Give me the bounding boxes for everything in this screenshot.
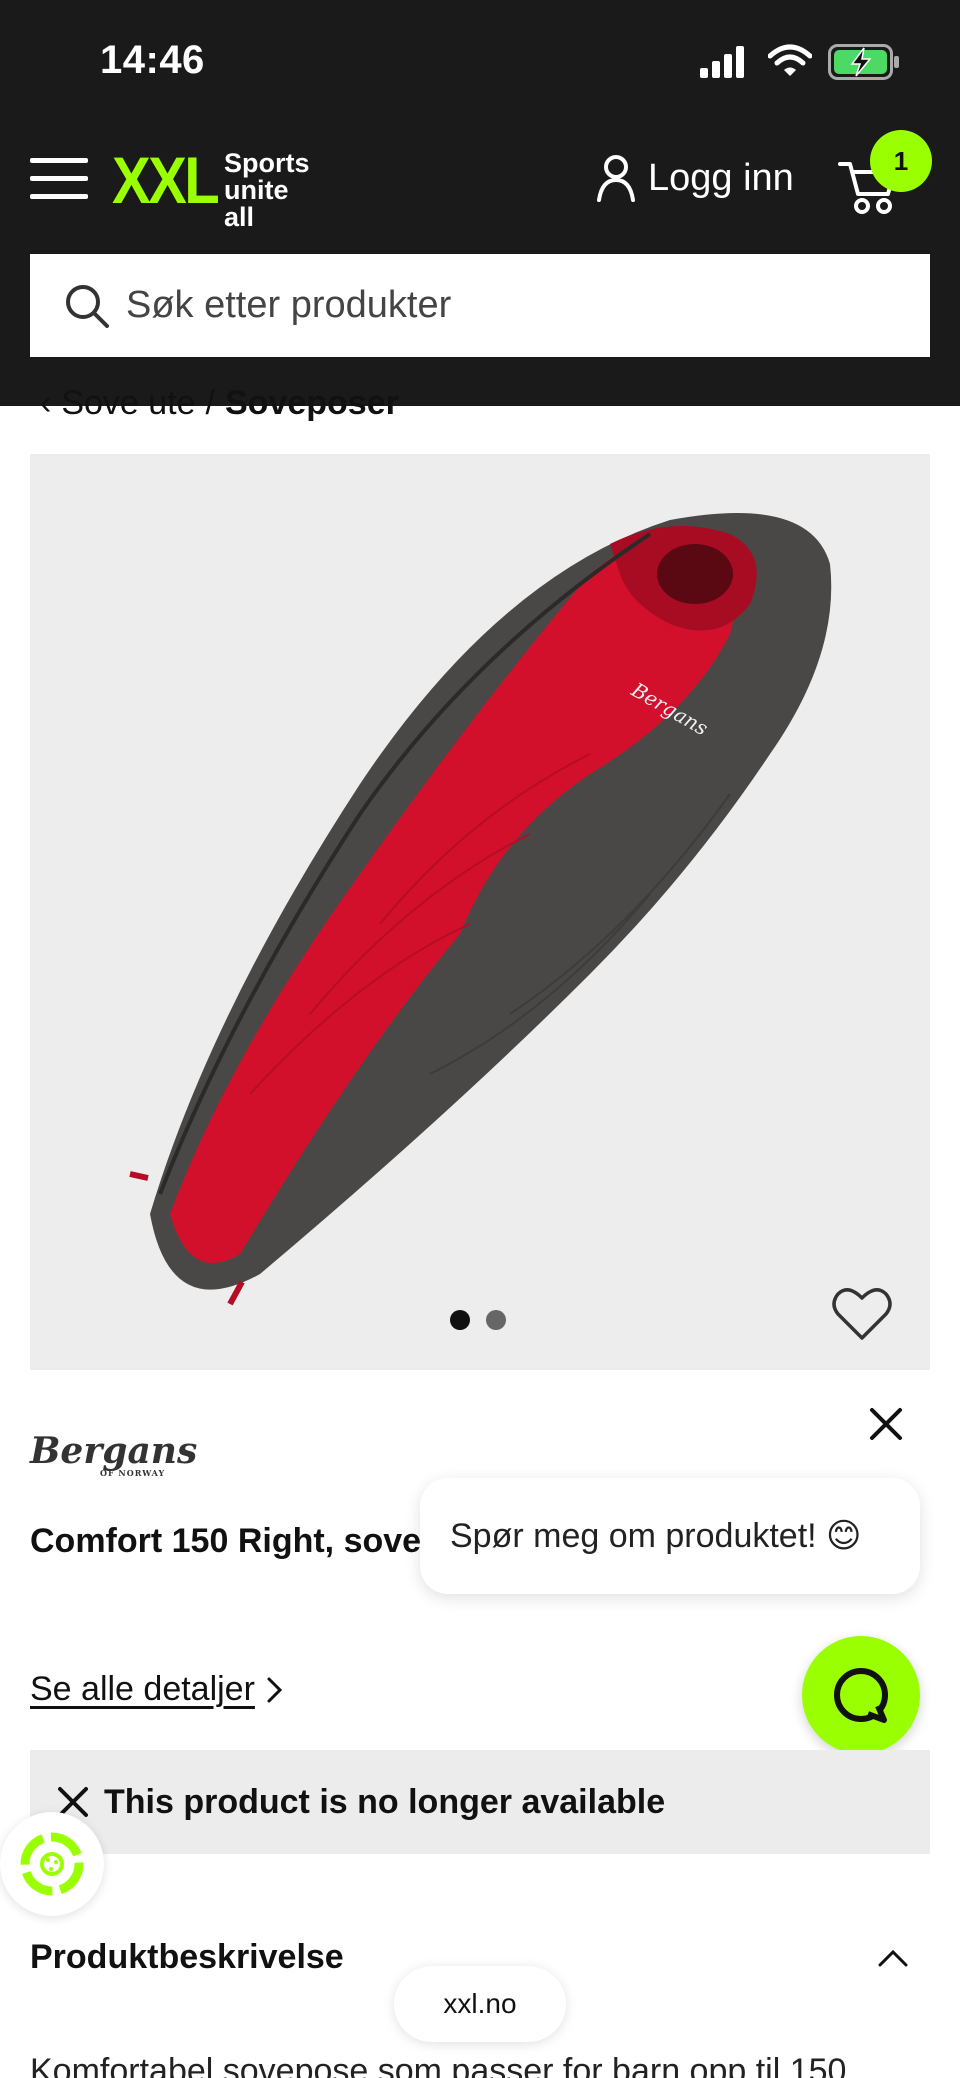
login-button[interactable]: Logg inn [596,154,794,202]
menu-button[interactable] [30,158,88,200]
brand-name: Bergans [30,1430,198,1472]
cart-count-badge[interactable]: 1 [870,130,932,192]
signal-icon [700,46,744,78]
chat-prompt-bubble[interactable]: Spør meg om produktet! 😊 [420,1478,920,1594]
search-input[interactable] [126,284,886,327]
chevron-left-icon[interactable]: ‹ [40,384,51,423]
logo-tagline-line-1: Sports [224,148,310,178]
recycle-badge[interactable] [0,1812,104,1916]
gallery-dot-1[interactable] [450,1310,470,1330]
chat-icon [834,1668,888,1723]
gallery-pagination [450,1310,506,1330]
site-header: 14:46 XXL Sports unite all Logg inn 1 Sø… [0,0,960,406]
wifi-icon [768,44,812,76]
login-label: Logg inn [648,156,794,199]
user-icon [597,155,635,202]
breadcrumb-current: Soveposer [225,384,399,422]
logo-tagline: Sports unite all [224,150,310,231]
description-text: Komfortabel sovepose som passer for barn… [30,2052,847,2078]
see-all-details-link[interactable]: Se alle detaljer [30,1670,285,1709]
unavailable-text: This product is no longer available [104,1782,666,1821]
status-time: 14:46 [100,38,205,82]
brand-logo[interactable]: Bergans OF NORWAY [30,1430,197,1478]
search-icon [66,284,109,328]
browser-url-pill[interactable]: xxl.no [394,1966,566,2042]
recycle-icon [20,1832,84,1896]
site-logo[interactable]: XXL Sports unite all [112,143,310,231]
breadcrumb: ‹ Sove ute / Soveposer [40,384,399,423]
chevron-up-icon[interactable] [876,1947,910,1969]
product-image-gallery[interactable]: Bergans [30,454,930,1370]
battery-icon [828,44,899,80]
close-icon[interactable] [866,1404,906,1444]
search-bar[interactable] [30,254,930,357]
unavailable-notice: This product is no longer available [30,1750,930,1854]
logo-tagline-line-2: unite all [224,175,289,232]
breadcrumb-separator: / [205,384,215,422]
breadcrumb-parent[interactable]: Sove ute [61,384,195,423]
gallery-dot-2[interactable] [486,1310,506,1330]
status-bar: 14:46 [0,0,960,120]
see-all-details-label: Se alle detaljer [30,1670,255,1708]
product-title: Comfort 150 Right, sovepose [30,1522,430,1560]
chat-button[interactable] [802,1636,920,1754]
heart-icon[interactable] [832,1286,892,1342]
logo-mark: XXL [112,143,220,217]
product-image: Bergans [129,512,832,1306]
product-page: 14:46 XXL Sports unite all Logg inn 1 Sø… [0,0,960,2078]
description-heading: Produktbeskrivelse [30,1938,344,1976]
chevron-right-icon [267,1677,283,1702]
